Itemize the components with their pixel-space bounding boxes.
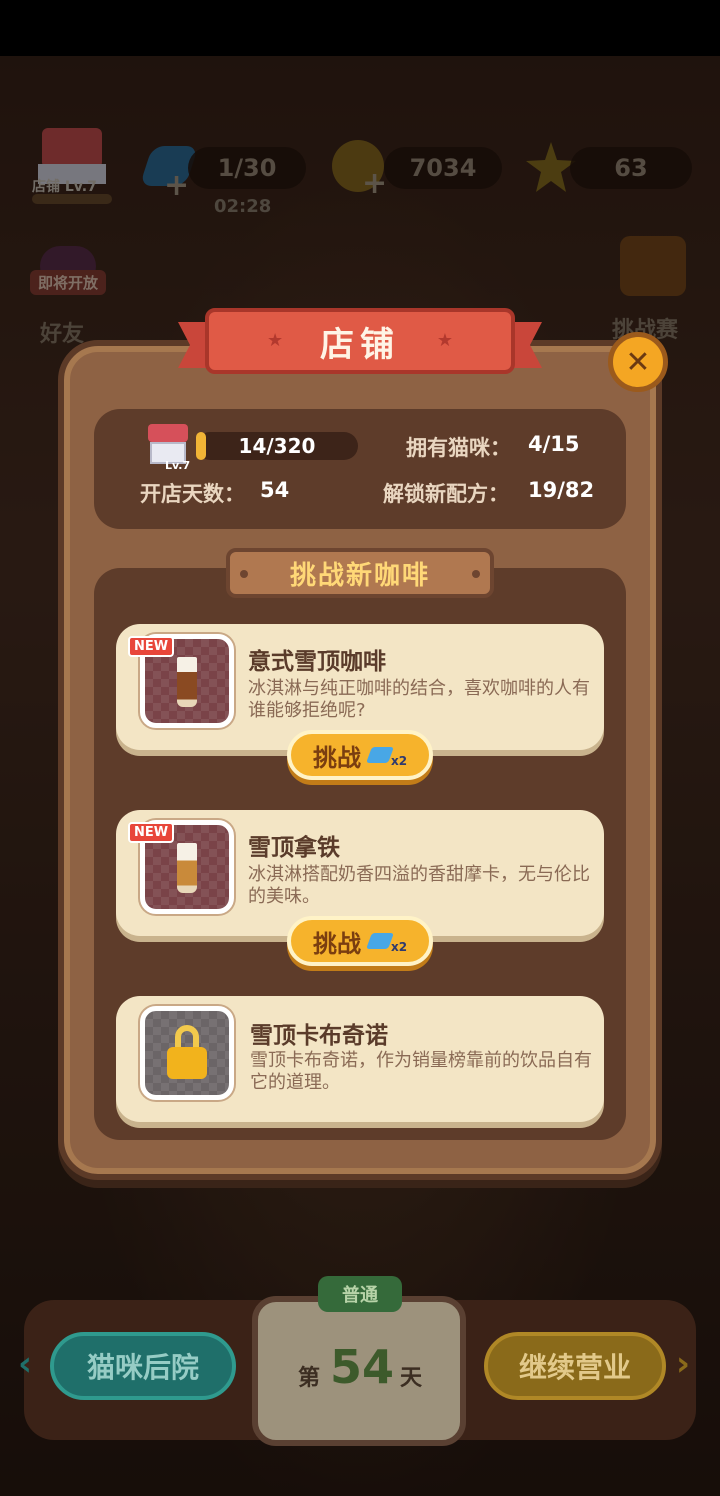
recipe-name: 意式雪顶咖啡 — [248, 649, 386, 675]
recipe-description: 冰淇淋搭配奶香四溢的香甜摩卡，无与伦比的美味。 — [248, 864, 590, 907]
recipe-description: 冰淇淋与纯正咖啡的结合，喜欢咖啡的人有谁能够拒绝呢? — [248, 678, 590, 721]
mode-tag: 普通 — [318, 1276, 402, 1312]
chevron-right-icon[interactable]: › — [676, 1344, 690, 1384]
section-title: 挑战新咖啡 — [289, 560, 430, 591]
cats-value: 4/15 — [528, 432, 580, 456]
recipes-label: 解锁新配方： — [383, 482, 509, 506]
gem-cost: x2 — [390, 940, 408, 954]
day-number: 54 — [330, 1340, 395, 1394]
gem-icon — [366, 933, 394, 949]
shop-progress-label: 14/320 — [238, 434, 316, 458]
modal-title: 店铺 — [320, 324, 400, 365]
section-header: 挑战新咖啡 — [226, 548, 494, 598]
star-decoration-icon: ★ — [436, 330, 453, 351]
plate-dot — [472, 570, 480, 578]
recipe-thumbnail — [140, 1006, 234, 1100]
days-value: 54 — [260, 478, 290, 502]
shop-progress-bar: 14/320 — [196, 432, 358, 460]
challenge-button-label: 挑战 — [312, 929, 361, 958]
challenge-button[interactable]: 挑战 x2 — [287, 730, 433, 780]
challenge-button[interactable]: 挑战 x2 — [287, 916, 433, 966]
cat-backyard-label: 猫咪后院 — [86, 1351, 199, 1384]
recipe-description: 雪顶卡布奇诺，作为销量榜靠前的饮品自有它的道理。 — [250, 1050, 592, 1093]
status-bar — [0, 0, 720, 56]
continue-business-button[interactable]: 继续营业 — [484, 1332, 666, 1400]
continue-business-label: 继续营业 — [518, 1351, 631, 1384]
drink-glass-icon — [177, 843, 197, 893]
recipes-value: 19/82 — [528, 478, 595, 502]
days-label: 开店天数： — [140, 482, 245, 506]
challenge-button-label: 挑战 — [312, 743, 361, 772]
close-icon: ✕ — [625, 344, 651, 380]
drink-glass-icon — [177, 657, 197, 707]
gem-cost: x2 — [390, 754, 408, 768]
day-prefix: 第 — [298, 1366, 321, 1391]
chevron-left-icon[interactable]: ‹ — [18, 1344, 32, 1384]
recipe-name: 雪顶拿铁 — [248, 835, 340, 861]
new-tag: NEW — [128, 822, 175, 843]
cats-label: 拥有猫咪： — [406, 436, 511, 460]
star-decoration-icon: ★ — [267, 330, 284, 351]
recipe-name: 雪顶卡布奇诺 — [250, 1023, 388, 1049]
shop-level-mini: Lv.7 — [165, 459, 191, 472]
lock-icon — [167, 1025, 207, 1081]
gem-icon — [366, 747, 394, 763]
day-suffix: 天 — [400, 1366, 423, 1391]
close-button[interactable]: ✕ — [608, 332, 668, 392]
cat-backyard-button[interactable]: 猫咪后院 — [50, 1332, 236, 1400]
new-tag: NEW — [128, 636, 175, 657]
plate-dot — [240, 570, 248, 578]
modal-title-ribbon: ★ 店铺 ★ — [205, 308, 515, 374]
